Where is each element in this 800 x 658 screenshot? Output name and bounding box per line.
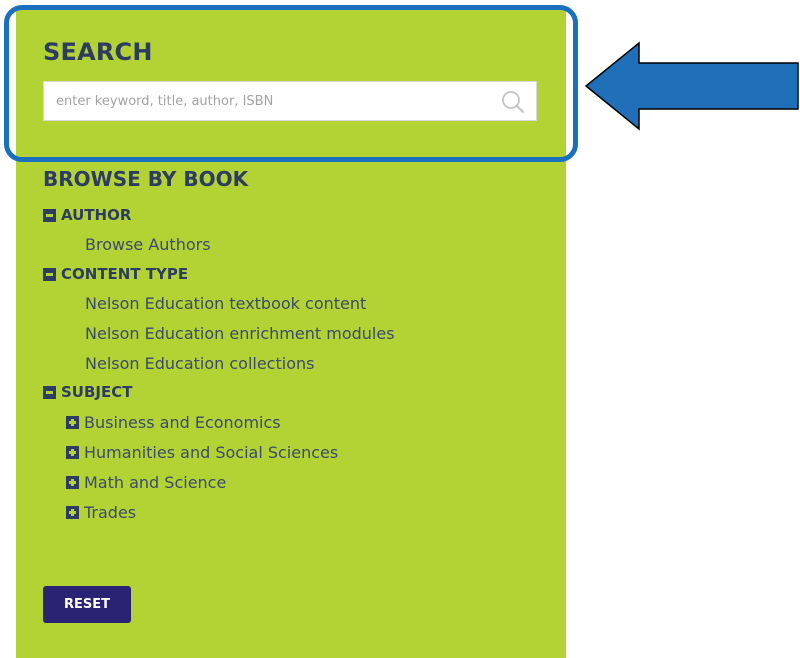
expand-icon <box>66 475 79 489</box>
collapse-icon <box>43 267 56 281</box>
link-enrichment-modules[interactable]: Nelson Education enrichment modules <box>85 323 395 345</box>
subject-label: Trades <box>84 502 137 522</box>
section-header-author[interactable]: AUTHOR <box>43 205 131 225</box>
section-label-content-type: CONTENT TYPE <box>61 265 189 283</box>
subject-label: Business and Economics <box>84 412 281 432</box>
link-textbook-content[interactable]: Nelson Education textbook content <box>85 293 366 315</box>
expand-icon <box>66 505 79 519</box>
section-label-author: AUTHOR <box>61 206 132 224</box>
arrow-left-icon <box>584 41 799 131</box>
subject-item-math-science[interactable]: Math and Science <box>66 471 226 493</box>
reset-button[interactable]: RESET <box>43 586 131 623</box>
subject-label: Humanities and Social Sciences <box>84 442 339 462</box>
link-collections[interactable]: Nelson Education collections <box>85 353 314 375</box>
section-header-subject[interactable]: SUBJECT <box>43 382 132 402</box>
link-browse-authors[interactable]: Browse Authors <box>85 234 211 256</box>
highlight-box <box>4 5 578 162</box>
subject-item-trades[interactable]: Trades <box>66 501 136 523</box>
section-header-content-type[interactable]: CONTENT TYPE <box>43 264 188 284</box>
subject-label: Math and Science <box>84 472 227 492</box>
expand-icon <box>66 445 79 459</box>
expand-icon <box>66 415 79 429</box>
browse-title: BROWSE BY BOOK <box>43 167 249 191</box>
collapse-icon <box>43 385 56 399</box>
collapse-icon <box>43 208 56 222</box>
subject-item-humanities[interactable]: Humanities and Social Sciences <box>66 441 338 463</box>
subject-item-business[interactable]: Business and Economics <box>66 411 281 433</box>
section-label-subject: SUBJECT <box>61 383 133 401</box>
